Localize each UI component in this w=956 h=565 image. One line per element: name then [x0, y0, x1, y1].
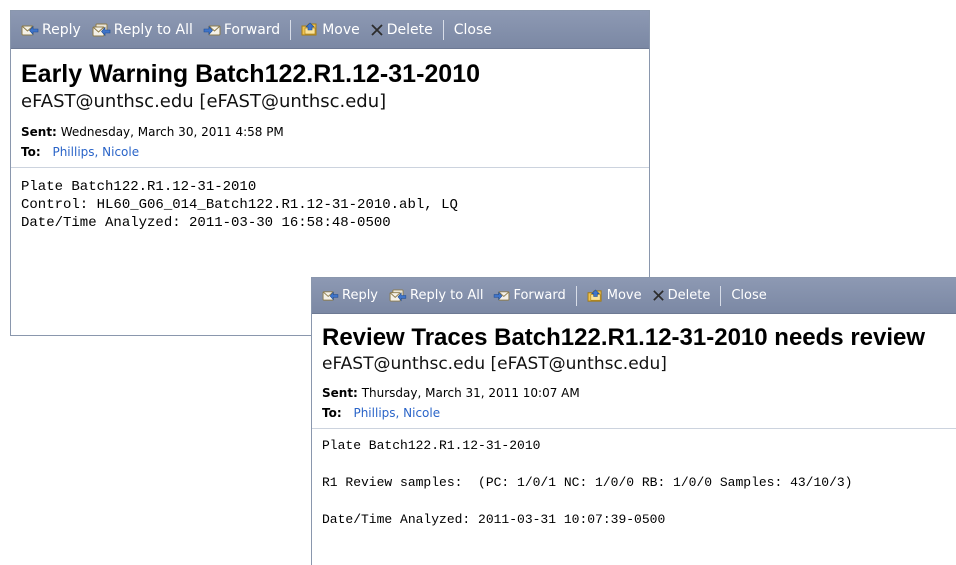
header-divider	[11, 167, 649, 168]
forward-label: Forward	[513, 288, 566, 303]
toolbar-separator	[720, 285, 722, 306]
delete-button[interactable]: Delete	[365, 22, 438, 38]
reply-all-button[interactable]: Reply to All	[86, 22, 198, 38]
message-subject: Review Traces Batch122.R1.12-31-2010 nee…	[322, 324, 926, 351]
message-body: Plate Batch122.R1.12-31-2010 R1 Review sa…	[322, 437, 956, 529]
reply-all-icon	[91, 23, 111, 37]
to-label: To:	[322, 406, 342, 420]
move-icon	[587, 289, 604, 303]
close-label: Close	[731, 288, 767, 303]
delete-icon	[652, 289, 665, 302]
message-sender: eFAST@unthsc.edu [eFAST@unthsc.edu]	[21, 91, 387, 112]
recipient-link[interactable]: Phillips, Nicole	[353, 406, 440, 420]
move-button[interactable]: Move	[296, 22, 365, 38]
to-label: To:	[21, 145, 41, 159]
reply-all-button[interactable]: Reply to All	[383, 288, 488, 303]
body-line: Control: HL60_G06_014_Batch122.R1.12-31-…	[21, 197, 458, 213]
reply-icon	[21, 23, 39, 37]
body-line: R1 Review samples: (PC: 1/0/1 NC: 1/0/0 …	[322, 475, 853, 490]
toolbar-separator	[575, 285, 577, 306]
delete-label: Delete	[667, 288, 711, 303]
forward-button[interactable]: Forward	[198, 22, 285, 38]
message-toolbar: Reply Reply to All Forward Move Delete C…	[312, 278, 956, 314]
to-row: To: Phillips, Nicole	[322, 406, 956, 420]
message-window-review-traces: Reply Reply to All Forward Move Delete C…	[311, 277, 956, 565]
message-subject: Early Warning Batch122.R1.12-31-2010	[21, 60, 481, 88]
move-icon	[301, 22, 319, 37]
reply-icon	[322, 289, 339, 302]
header-divider	[312, 428, 956, 429]
body-line: Plate Batch122.R1.12-31-2010	[322, 438, 541, 453]
recipient-link[interactable]: Phillips, Nicole	[52, 145, 139, 159]
delete-icon	[370, 23, 384, 37]
close-button[interactable]: Close	[726, 288, 771, 303]
sent-value: Thursday, March 31, 2011 10:07 AM	[361, 386, 580, 400]
move-label: Move	[606, 288, 642, 303]
delete-label: Delete	[386, 21, 433, 38]
body-line: Date/Time Analyzed: 2011-03-31 10:07:39-…	[322, 512, 666, 527]
sent-label: Sent:	[322, 386, 358, 400]
forward-icon	[493, 289, 510, 302]
sent-label: Sent:	[21, 125, 57, 139]
move-label: Move	[322, 21, 360, 38]
toolbar-separator	[290, 19, 292, 40]
reply-label: Reply	[342, 288, 379, 303]
message-body: Plate Batch122.R1.12-31-2010 Control: HL6…	[21, 178, 649, 232]
sent-value: Wednesday, March 30, 2011 4:58 PM	[60, 125, 284, 139]
body-line: Plate Batch122.R1.12-31-2010	[21, 179, 257, 195]
message-sender: eFAST@unthsc.edu [eFAST@unthsc.edu]	[322, 354, 667, 374]
reply-all-label: Reply to All	[410, 288, 484, 303]
close-label: Close	[453, 21, 492, 38]
delete-button[interactable]: Delete	[647, 288, 716, 303]
reply-button[interactable]: Reply	[16, 22, 86, 38]
forward-icon	[203, 23, 221, 37]
to-row: To: Phillips, Nicole	[21, 145, 649, 159]
message-toolbar: Reply Reply to All Forward Move Delete C…	[11, 11, 649, 49]
reply-label: Reply	[42, 21, 81, 38]
reply-button[interactable]: Reply	[317, 288, 383, 303]
toolbar-separator	[442, 19, 444, 40]
sent-row: Sent: Thursday, March 31, 2011 10:07 AM	[322, 386, 956, 400]
reply-all-label: Reply to All	[113, 21, 193, 38]
close-button[interactable]: Close	[449, 22, 497, 38]
body-line: Date/Time Analyzed: 2011-03-30 16:58:48-…	[21, 215, 391, 231]
forward-button[interactable]: Forward	[488, 288, 570, 303]
reply-all-icon	[388, 289, 407, 302]
move-button[interactable]: Move	[582, 288, 647, 303]
forward-label: Forward	[223, 21, 281, 38]
sent-row: Sent: Wednesday, March 30, 2011 4:58 PM	[21, 125, 649, 139]
